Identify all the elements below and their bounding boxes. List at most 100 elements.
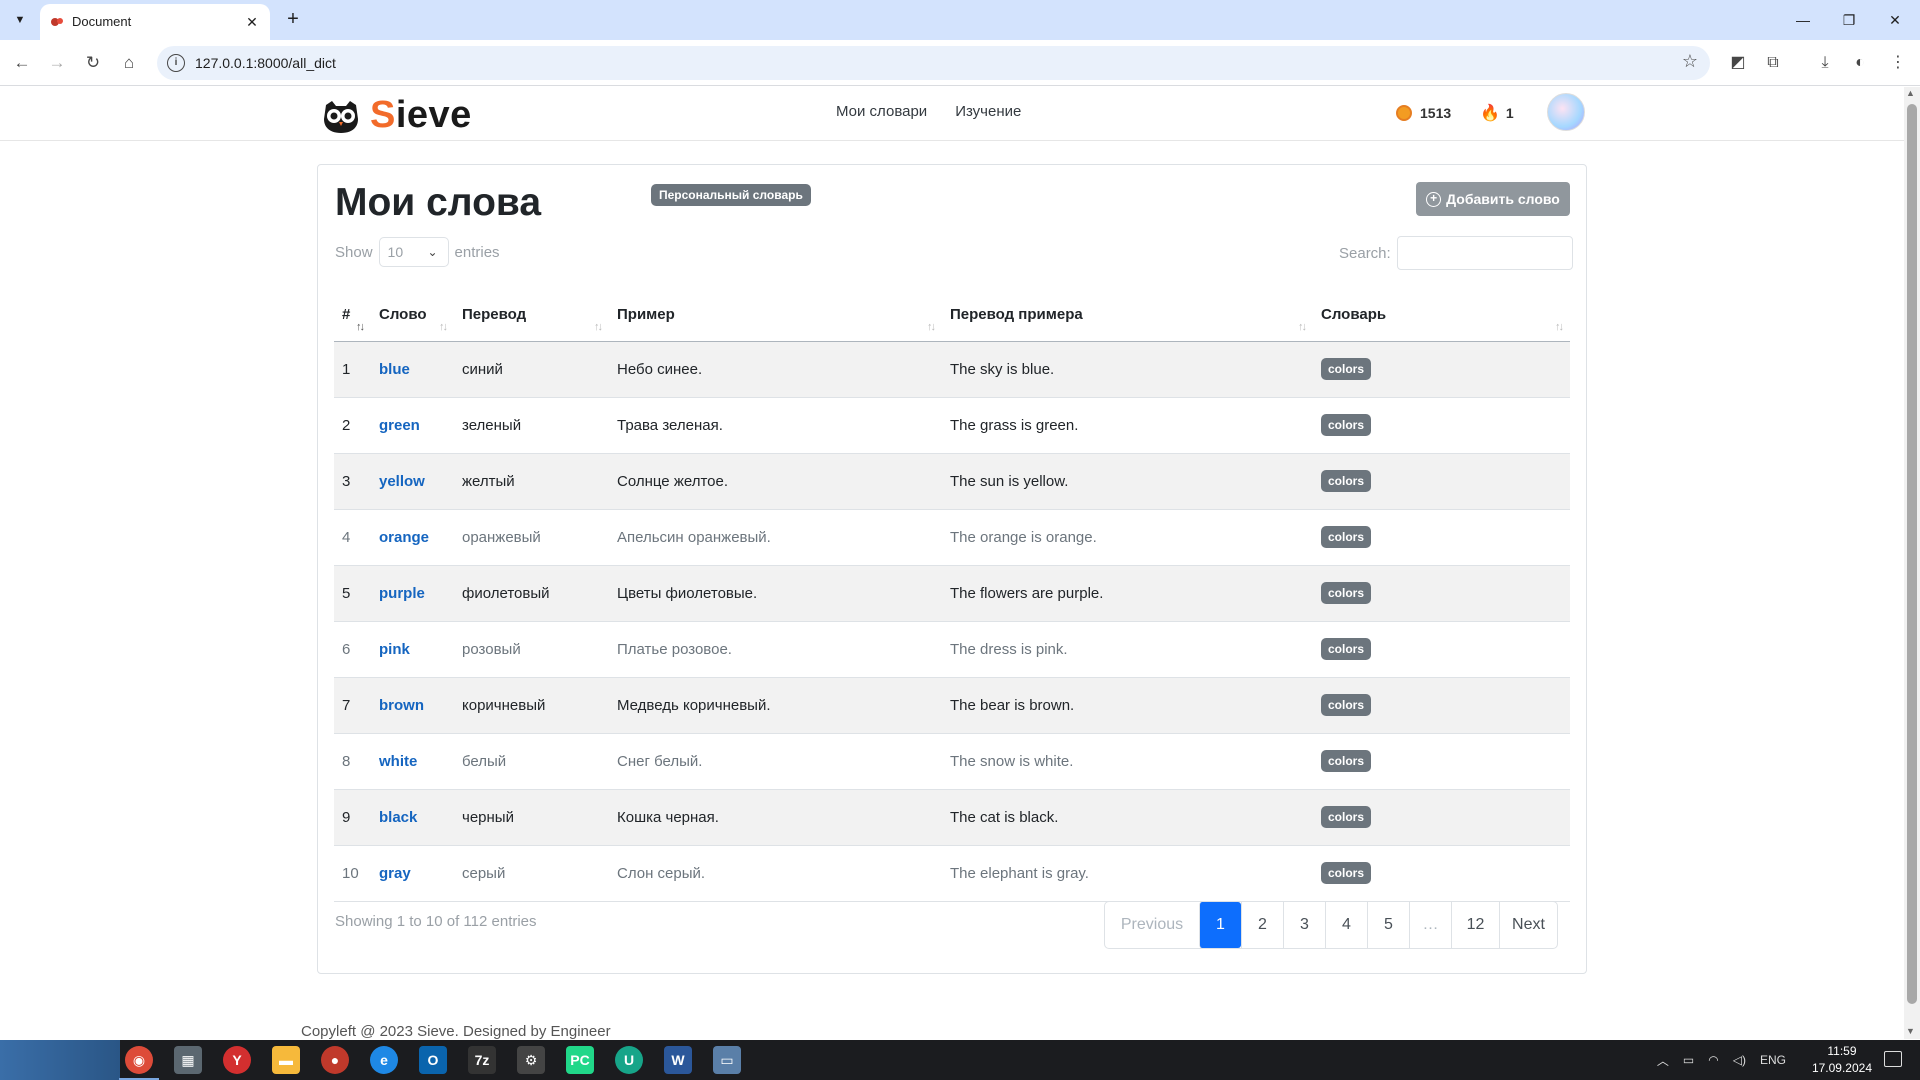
browser-tab[interactable]: Document ✕	[40, 4, 270, 40]
tab-close-icon[interactable]: ✕	[242, 12, 262, 32]
edge-taskbar-icon[interactable]: e	[370, 1046, 398, 1074]
word-link[interactable]: gray	[379, 865, 411, 882]
scroll-down-icon[interactable]: ▼	[1906, 1026, 1915, 1036]
app-taskbar-icon[interactable]: ●	[321, 1046, 349, 1074]
bookmark-star-icon[interactable]: ☆	[1682, 51, 1698, 72]
notifications-icon[interactable]	[1884, 1051, 1902, 1067]
previous-page-button[interactable]: Previous	[1105, 902, 1199, 948]
example-cell: Кошка черная.	[609, 789, 942, 846]
dictionary-tag[interactable]: colors	[1321, 414, 1372, 436]
owl-logo-icon	[324, 100, 358, 133]
calculator-taskbar-icon[interactable]: ▦	[174, 1046, 202, 1074]
add-word-button[interactable]: + Добавить слово	[1416, 182, 1570, 216]
restore-icon[interactable]: ❐	[1826, 4, 1872, 36]
dictionary-tag[interactable]: colors	[1321, 470, 1372, 492]
table-row: 7 brown коричневый Медведь коричневый. T…	[334, 677, 1570, 734]
minimize-icon[interactable]: —	[1780, 4, 1826, 36]
language-indicator[interactable]: ENG	[1760, 1053, 1786, 1067]
column-header-dictionary[interactable]: Словарь ↑↓	[1313, 287, 1570, 342]
user-avatar[interactable]	[1547, 93, 1585, 131]
battery-icon[interactable]: ▭	[1683, 1053, 1694, 1067]
word-taskbar-icon[interactable]: W	[664, 1046, 692, 1074]
extensions-puzzle-icon[interactable]: ⧉	[1760, 50, 1786, 76]
word-link[interactable]: white	[379, 753, 417, 770]
sort-icon: ↑↓	[927, 320, 936, 333]
dictionary-tag[interactable]: colors	[1321, 694, 1372, 716]
word-link[interactable]: blue	[379, 361, 410, 378]
word-link[interactable]: brown	[379, 697, 424, 714]
back-icon[interactable]: ←	[10, 51, 34, 75]
upwork-taskbar-icon[interactable]: U	[615, 1046, 643, 1074]
search-input[interactable]	[1396, 236, 1573, 270]
download-icon[interactable]: ⤓	[1812, 50, 1838, 76]
word-cell: gray	[371, 845, 454, 902]
row-number: 5	[334, 565, 371, 622]
address-bar[interactable]: i 127.0.0.1:8000/all_dict ☆	[157, 46, 1710, 80]
column-header-number[interactable]: # ↑↓	[334, 287, 371, 342]
row-number: 1	[334, 341, 371, 398]
site-logo[interactable]: Sieve	[322, 94, 472, 137]
scroll-up-icon[interactable]: ▲	[1906, 88, 1915, 98]
entries-length-select[interactable]: 10 ⌄	[378, 237, 449, 267]
wifi-icon[interactable]: ◠	[1708, 1053, 1718, 1067]
page-4-button[interactable]: 4	[1325, 902, 1367, 948]
yandex-taskbar-icon[interactable]: Y	[223, 1046, 251, 1074]
reload-icon[interactable]: ↻	[81, 51, 105, 75]
7zip-taskbar-icon[interactable]: 7z	[468, 1046, 496, 1074]
dictionary-tag[interactable]: colors	[1321, 750, 1372, 772]
column-header-example[interactable]: Пример ↑↓	[609, 287, 942, 342]
start-button[interactable]	[0, 1040, 120, 1080]
file-explorer-taskbar-icon[interactable]: ▬	[272, 1046, 300, 1074]
outlook-taskbar-icon[interactable]: O	[419, 1046, 447, 1074]
dictionary-tag[interactable]: colors	[1321, 862, 1372, 884]
word-link[interactable]: purple	[379, 585, 425, 602]
column-header-example-translation[interactable]: Перевод примера ↑↓	[942, 287, 1313, 342]
flame-icon: 🔥	[1480, 105, 1500, 122]
new-tab-icon[interactable]: +	[281, 8, 305, 32]
window-taskbar-icon[interactable]: ▭	[713, 1046, 741, 1074]
column-header-translation[interactable]: Перевод ↑↓	[454, 287, 609, 342]
chrome-taskbar-icon[interactable]: ◉	[119, 1046, 159, 1080]
page-5-button[interactable]: 5	[1367, 902, 1409, 948]
dictionary-tag[interactable]: colors	[1321, 582, 1372, 604]
translation-cell: коричневый	[454, 677, 609, 734]
page-12-button[interactable]: 12	[1451, 902, 1499, 948]
forward-icon[interactable]: →	[45, 51, 69, 75]
scrollbar-thumb[interactable]	[1907, 104, 1917, 1004]
profile-avatar-icon[interactable]: ◐	[1847, 50, 1873, 76]
word-link[interactable]: yellow	[379, 473, 425, 490]
nav-study[interactable]: Изучение	[955, 103, 1021, 120]
next-page-button[interactable]: Next	[1499, 902, 1557, 948]
word-link[interactable]: black	[379, 809, 417, 826]
site-info-icon[interactable]: i	[167, 54, 185, 72]
word-link[interactable]: green	[379, 417, 420, 434]
page-3-button[interactable]: 3	[1283, 902, 1325, 948]
page-1-button[interactable]: 1	[1199, 902, 1241, 948]
dictionary-cell: colors	[1313, 845, 1570, 902]
extension-off-icon[interactable]: ◩	[1725, 50, 1751, 76]
dictionary-tag[interactable]: colors	[1321, 526, 1372, 548]
dictionary-tag[interactable]: colors	[1321, 358, 1372, 380]
nav-my-dictionaries[interactable]: Мои словари	[836, 103, 927, 120]
clock-time: 11:59	[1827, 1044, 1857, 1058]
example-translation-cell: The grass is green.	[942, 397, 1313, 454]
page-2-button[interactable]: 2	[1241, 902, 1283, 948]
word-link[interactable]: orange	[379, 529, 429, 546]
coins-counter[interactable]: 1513	[1384, 98, 1463, 128]
word-link[interactable]: pink	[379, 641, 410, 658]
dictionary-tag[interactable]: colors	[1321, 806, 1372, 828]
home-icon[interactable]: ⌂	[117, 51, 141, 75]
volume-icon[interactable]: ◁)	[1733, 1053, 1746, 1067]
browser-menu-icon[interactable]: ⋮	[1885, 50, 1911, 76]
column-header-word[interactable]: Слово ↑↓	[371, 287, 454, 342]
streak-counter[interactable]: 🔥 1	[1470, 98, 1524, 128]
tray-chevron-up-icon[interactable]: ︿	[1657, 1052, 1669, 1069]
tab-search-icon[interactable]: ▼	[8, 8, 32, 32]
taskbar-clock[interactable]: 11:59 17.09.2024	[1812, 1043, 1872, 1077]
translation-cell: желтый	[454, 453, 609, 510]
window-close-icon[interactable]: ✕	[1872, 4, 1918, 36]
settings-gear-icon[interactable]: ⚙	[517, 1046, 545, 1074]
dictionary-tag[interactable]: colors	[1321, 638, 1372, 660]
main-nav: Мои словари Изучение	[836, 103, 1021, 120]
pycharm-taskbar-icon[interactable]: PC	[566, 1046, 594, 1074]
